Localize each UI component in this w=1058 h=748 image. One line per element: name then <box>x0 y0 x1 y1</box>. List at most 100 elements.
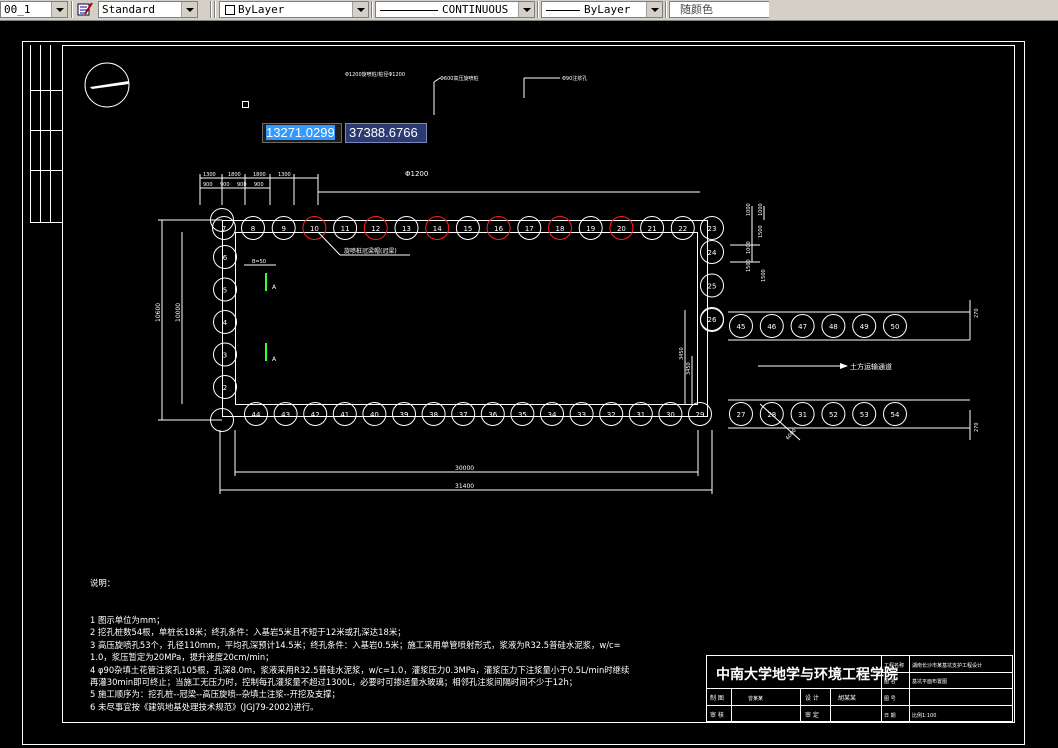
pile-dia-label: Φ1200 <box>405 170 428 178</box>
pile-label: 53 <box>860 411 869 419</box>
toolbar-separator <box>371 1 373 18</box>
pile-label: 22 <box>678 225 687 233</box>
title-label-check: 审 核 <box>710 711 724 719</box>
title-label-num: 图 号 <box>884 696 896 702</box>
pile-label: 4 <box>223 319 228 327</box>
coord-x-input[interactable]: 13271.0299 <box>262 123 342 143</box>
pile-label: 32 <box>607 411 616 419</box>
title-label-drawing: 图 名 <box>884 678 896 685</box>
dim-text: 900 <box>237 182 247 188</box>
toolbar-separator <box>71 1 73 18</box>
pile-label: 43 <box>281 411 290 419</box>
dim-text: 1500 <box>761 269 767 282</box>
dim-text: 900 <box>254 182 264 188</box>
pile-label: 48 <box>829 323 838 331</box>
pile-label: 47 <box>798 323 807 331</box>
title-label-project: 工程名称 <box>884 662 904 669</box>
pile-label: 8 <box>251 225 255 233</box>
notes-title: 说明： <box>90 577 116 588</box>
pile-label: 36 <box>488 411 497 419</box>
pile-label: 10 <box>310 225 319 233</box>
grip-marker[interactable] <box>242 101 249 108</box>
notes-line: 2 挖孔桩数54根，单桩长18米；终孔条件：入基岩5米且不短于12米或孔深达18… <box>90 627 406 638</box>
dim-text: 1500 <box>746 259 752 272</box>
pile-label: 5 <box>223 287 227 295</box>
color-control-value: ByLayer <box>238 3 285 16</box>
layer-combo[interactable]: 00_1 <box>0 1 68 18</box>
linetype-combo[interactable]: CONTINUOUS <box>375 1 535 18</box>
linetype-value: CONTINUOUS <box>442 3 509 16</box>
dim-text: 3450 <box>686 362 692 375</box>
dim-text: 10600 <box>155 303 162 322</box>
title-school: 中南大学地学与环境工程学院 <box>716 666 898 683</box>
notes-line: 1 图示单位为mm； <box>90 615 165 626</box>
notes-line: 3 高压旋喷孔53个，孔径110mm，平均孔深预计14.5米；终孔条件：入基岩0… <box>90 639 621 650</box>
text-style-icon[interactable] <box>76 1 94 18</box>
pit-plan[interactable]: 7 8 9 10 11 12 13 14 15 16 17 18 19 20 21 22 236543244 43… <box>155 170 980 494</box>
dim-text: 1300 <box>278 172 291 178</box>
pile-label: 12 <box>371 225 380 233</box>
text-style-combo[interactable]: Standard <box>98 1 198 18</box>
pile-label: 26 <box>708 316 717 324</box>
chevron-down-icon[interactable] <box>646 2 662 17</box>
design-notes: 说明： 1 图示单位为mm； 2 挖孔桩数54根，单桩长18米；终孔条件：入基岩5… <box>90 552 690 738</box>
pile-label: 38 <box>429 411 438 419</box>
pile-label: 45 <box>737 323 746 331</box>
pile-label: 29 <box>696 411 705 419</box>
pile-label: 18 <box>556 225 565 233</box>
dim-text: 270 <box>974 308 980 318</box>
dim-text: 30000 <box>455 465 474 472</box>
color-swatch-icon <box>225 5 235 15</box>
title-label-draw: 制 图 <box>710 694 724 702</box>
callout-jet: Φ600高压旋喷桩 <box>440 75 478 82</box>
chevron-down-icon[interactable] <box>518 2 534 17</box>
toolbar-separator <box>210 1 212 18</box>
pile-label: 25 <box>708 283 717 291</box>
title-project: 湖南长沙市某基坑支护工程设计 <box>912 662 982 669</box>
text-style-value: Standard <box>102 3 155 16</box>
pile-label: 40 <box>370 411 379 419</box>
notes-line: 1.0，浆压暂定为20MPa，提升速度20cm/min； <box>90 652 274 663</box>
dim-text: 1000 <box>746 203 752 216</box>
dim-text: 1300 <box>203 172 216 178</box>
plot-style-combo[interactable]: 随颜色 <box>669 1 769 18</box>
pile-label: 34 <box>548 411 557 419</box>
pile-label: 2 <box>223 384 227 392</box>
dim-text: 1800 <box>253 172 266 178</box>
coord-y-input[interactable]: 37388.6766 <box>345 123 427 143</box>
pile-label: 41 <box>340 411 349 419</box>
pile-label: 44 <box>252 411 261 419</box>
title-scale: 比例1:100 <box>912 712 936 719</box>
chevron-down-icon[interactable] <box>181 2 197 17</box>
pile-label: 42 <box>311 411 320 419</box>
dim-text: 1800 <box>228 172 241 178</box>
north-arrow-icon <box>84 62 130 108</box>
pile-label: 33 <box>577 411 586 419</box>
top-callouts <box>433 77 560 115</box>
color-control-combo[interactable]: ByLayer <box>219 1 369 18</box>
crown-beam-outer <box>222 220 708 417</box>
properties-toolbar: 00_1 Standard ByLayer CONTINUOUS ByLayer… <box>0 0 1058 21</box>
layer-combo-value: 00_1 <box>4 3 31 16</box>
notes-line: 5 施工顺序为：挖孔桩--冠梁--高压旋喷--杂填土注浆--开挖及支撑； <box>90 689 340 700</box>
section-label: A <box>272 356 277 363</box>
chevron-down-icon[interactable] <box>352 2 368 17</box>
pile-label: 20 <box>617 225 626 233</box>
dim-text: 270 <box>974 422 980 432</box>
pile-label: 7 <box>222 225 226 233</box>
pile-label: 21 <box>648 225 657 233</box>
notes-line: 6 未尽事宜按《建筑地基处理技术规范》(JGJ79-2002)进行。 <box>90 701 319 712</box>
dim-text: 3450 <box>679 347 685 360</box>
pile-label: 23 <box>708 225 717 233</box>
spacing-note: B=50 <box>252 259 266 265</box>
title-drawer: 曾某某 <box>748 695 763 702</box>
title-designer: 胡某某 <box>838 694 856 702</box>
arrow-head-icon <box>840 363 848 369</box>
cap-beam-label: 旋喷桩冠梁帽(冠梁) <box>344 247 397 255</box>
dim-text: 900 <box>203 182 213 188</box>
notes-line: 再灌30min即可终止；当施工无压力时，控制每孔灌浆量不超过1300L，必要时可… <box>90 677 578 688</box>
title-drawing: 基坑平面布置图 <box>912 678 947 685</box>
pile-label: 49 <box>860 323 869 331</box>
lineweight-combo[interactable]: ByLayer <box>541 1 663 18</box>
chevron-down-icon[interactable] <box>51 2 67 17</box>
